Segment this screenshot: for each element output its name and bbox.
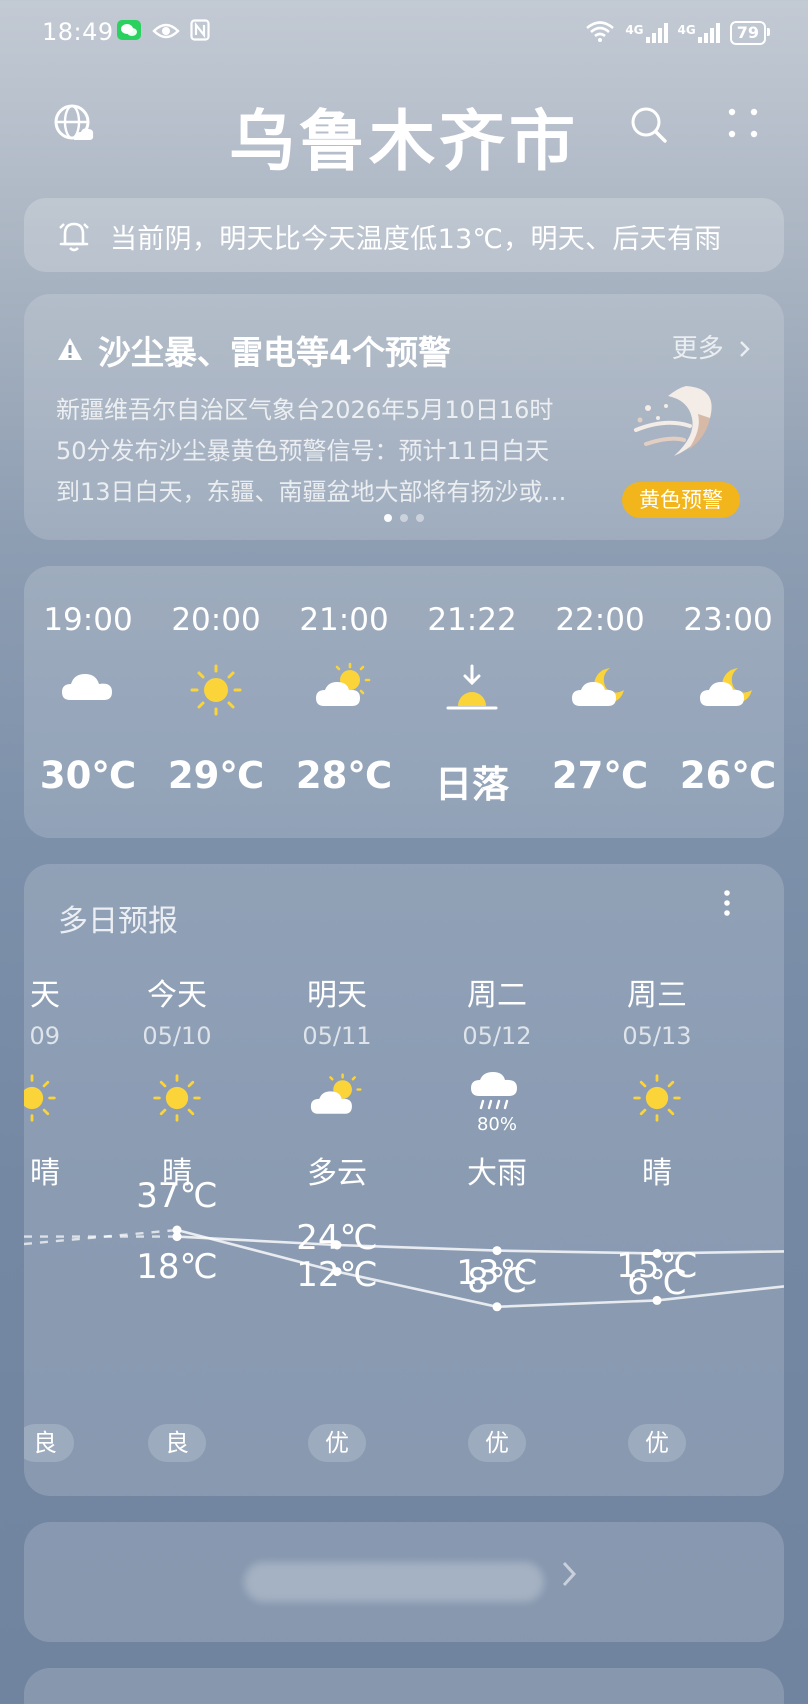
heavy-rain-icon — [469, 1068, 525, 1116]
chevron-right-icon — [732, 334, 752, 364]
daily-date: 05/11 — [302, 1022, 372, 1050]
daily-day: 周二 — [467, 978, 527, 1013]
daily-condition: 多云 — [307, 1156, 367, 1191]
hourly-value: 日落 — [435, 763, 509, 806]
daily-aqi-badge: 优 — [468, 1424, 526, 1462]
daily-day: 明天 — [307, 978, 367, 1013]
warning-title: 沙尘暴、雷电等4个预警 — [98, 333, 451, 372]
daily-aqi-badge: 优 — [308, 1424, 366, 1462]
partly-cloudy-icon — [309, 1072, 365, 1126]
hourly-value: 26℃ — [679, 754, 777, 797]
sunny-icon — [629, 1072, 685, 1128]
sunny-icon — [149, 1072, 205, 1128]
more-dots-icon — [726, 108, 760, 144]
status-time: 18:49 — [42, 18, 114, 46]
network-type-2: 4G — [677, 23, 696, 37]
blurred-content — [244, 1562, 544, 1602]
daily-date: 05/12 — [462, 1022, 532, 1050]
bell-icon — [56, 218, 92, 258]
low-temp-line-point — [172, 1232, 182, 1242]
cloudy-icon — [58, 662, 118, 716]
hourly-forecast-card[interactable]: 19:00 30℃ 20:00 29℃ 21:00 28℃ 21:22 日落 2… — [24, 566, 784, 838]
hourly-time: 19:00 — [43, 602, 133, 638]
status-notification-icons — [116, 19, 210, 47]
daily-day: 今天 — [147, 978, 207, 1013]
next-card[interactable] — [24, 1668, 784, 1704]
notice-text: 当前阴，明天比今天温度低13℃，明天、后天有雨 — [110, 224, 722, 255]
daily-high-temp: 37℃ — [136, 1176, 218, 1216]
warning-body-line: 新疆维吾尔自治区气象台2026年5月10日16时 — [56, 396, 554, 424]
search-icon — [630, 107, 668, 148]
warning-more-label: 更多 — [671, 334, 724, 364]
wechat-icon — [116, 19, 142, 47]
hourly-value: 27℃ — [551, 754, 649, 797]
daily-date: 05/10 — [142, 1022, 212, 1050]
hourly-value: 28℃ — [295, 754, 393, 797]
daily-aqi-badge: 良 — [148, 1424, 206, 1462]
sunny-icon — [186, 662, 246, 722]
warning-body-line: 到13日白天，东疆、南疆盆地大部将有扬沙或… — [56, 478, 567, 506]
carousel-dots — [384, 514, 424, 522]
weather-notice-bar[interactable]: 当前阴，明天比今天温度低13℃，明天、后天有雨 — [24, 198, 784, 272]
hourly-time: 20:00 — [171, 602, 261, 638]
warning-body-line: 50分发布沙尘暴黄色预警信号：预计11日白天 — [56, 437, 550, 465]
carousel-dot — [400, 514, 408, 522]
partly-cloudy-icon — [314, 662, 374, 718]
weather-warning-card[interactable]: 沙尘暴、雷电等4个预警 更多 新疆维吾尔自治区气象台2026年5月10日16时 … — [24, 294, 784, 540]
hourly-time: 22:00 — [555, 602, 645, 638]
daily-high-temp: 24℃ — [296, 1217, 378, 1258]
cloudy-night-icon — [698, 662, 758, 718]
daily-low-temp: 8℃ — [467, 1260, 527, 1301]
daily-day: 天 — [30, 978, 60, 1013]
warning-level-badge: 黄色预警 — [622, 482, 740, 518]
daily-low-temp: 6℃ — [627, 1263, 687, 1304]
battery-indicator: 79 — [729, 21, 771, 45]
hourly-value: 30℃ — [39, 754, 137, 797]
daily-date: 05/13 — [622, 1022, 692, 1050]
more-menu-button[interactable] — [726, 106, 760, 144]
hourly-value: 29℃ — [167, 754, 265, 797]
status-bar: 18:49 4G 4G 79 — [42, 14, 771, 50]
precip-probability: 80% — [476, 1114, 517, 1135]
sunny-icon — [24, 1072, 60, 1128]
status-system-icons: 4G 4G 79 — [585, 20, 771, 46]
daily-forecast-card[interactable]: 多日预报 天 09 晴 良 今天 05/10 晴 良 明天 05/11 多云 优… — [24, 864, 784, 1496]
hourly-time: 21:22 — [427, 602, 517, 638]
search-button[interactable] — [630, 106, 668, 148]
wifi-icon — [585, 20, 615, 46]
feature-card[interactable] — [24, 1522, 784, 1642]
warning-triangle-icon — [56, 331, 84, 370]
cloudy-night-icon — [570, 662, 630, 718]
nfc-icon — [190, 19, 210, 47]
hourly-time: 21:00 — [299, 602, 389, 638]
hourly-time: 23:00 — [683, 602, 773, 638]
daily-date: 09 — [29, 1022, 60, 1050]
daily-aqi-badge: 优 — [628, 1424, 686, 1462]
chevron-right-icon — [560, 1558, 578, 1598]
sandstorm-icon — [626, 378, 736, 474]
daily-day: 周三 — [627, 978, 687, 1013]
signal-icon-2: 4G — [678, 23, 720, 43]
warning-more-link[interactable]: 更多 — [672, 328, 752, 365]
carousel-dot — [384, 514, 392, 522]
signal-icon-1: 4G — [625, 23, 668, 43]
daily-low-temp: 12℃ — [296, 1255, 378, 1295]
eye-icon — [152, 19, 180, 47]
daily-high-temp: ℃ — [24, 1182, 45, 1222]
daily-low-temp: 18℃ — [136, 1246, 218, 1287]
network-type-1: 4G — [625, 23, 644, 37]
daily-condition: 大雨 — [467, 1156, 527, 1191]
daily-low-temp: ℃ — [24, 1246, 45, 1286]
high-temp-line-point — [492, 1302, 502, 1312]
daily-condition: 晴 — [642, 1156, 672, 1191]
carousel-dot — [416, 514, 424, 522]
warning-title-row: 沙尘暴、雷电等4个预警 — [56, 326, 451, 374]
daily-aqi-badge: 良 — [24, 1424, 74, 1462]
city-title: 乌鲁木齐市 — [229, 103, 579, 180]
warning-body: 新疆维吾尔自治区气象台2026年5月10日16时 50分发布沙尘暴黄色预警信号：… — [56, 390, 596, 513]
sunset-icon — [442, 662, 502, 722]
